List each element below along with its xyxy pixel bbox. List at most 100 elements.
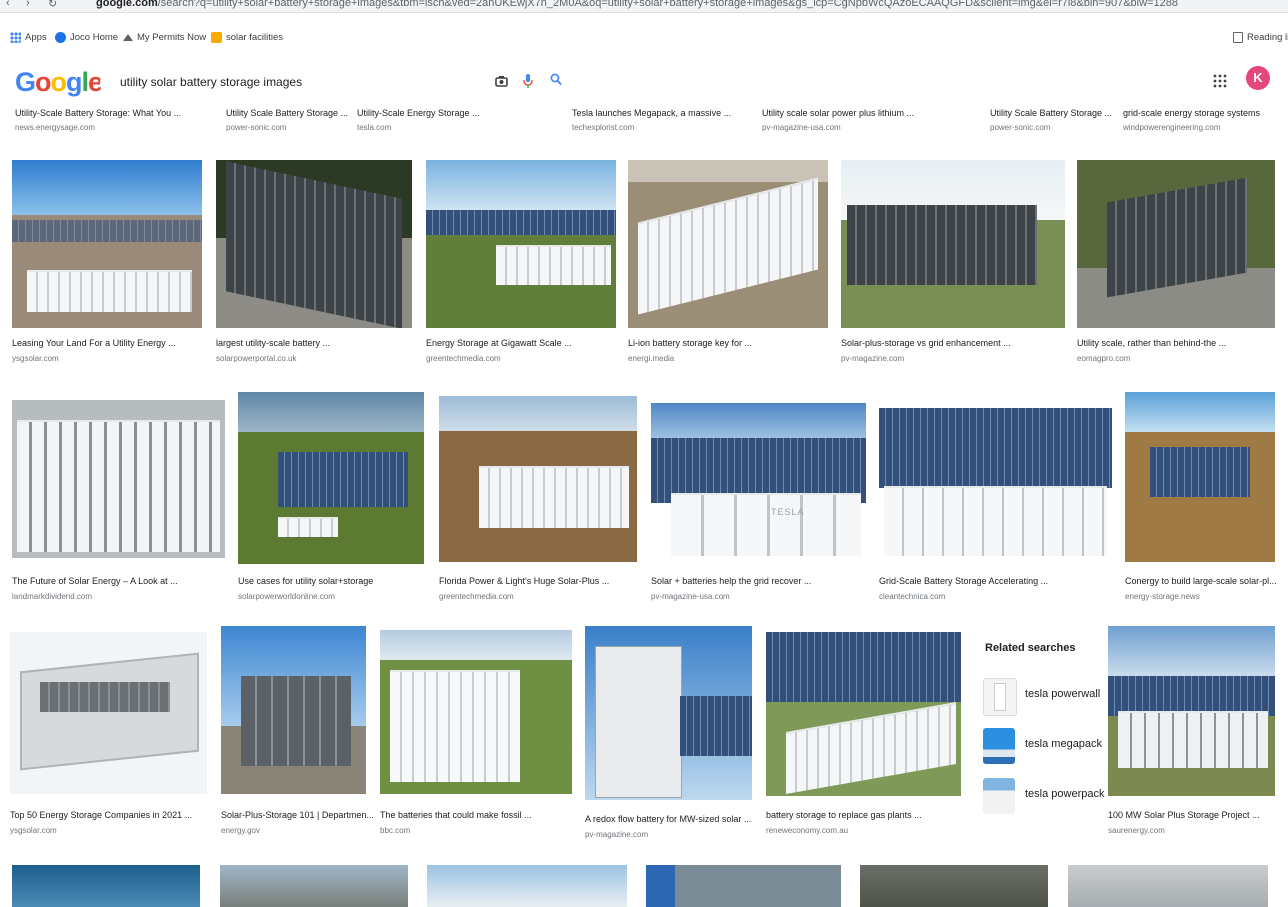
image-result[interactable]: largest utility-scale battery ... solarp… — [216, 160, 412, 372]
image-result[interactable] — [427, 865, 627, 907]
image-result[interactable]: Solar-plus-storage vs grid enhancement .… — [841, 160, 1065, 372]
back-icon[interactable]: ‹ — [6, 0, 10, 9]
result-source[interactable]: saurenergy.com — [1108, 826, 1165, 835]
result-source[interactable]: cleantechnica.com — [879, 592, 945, 601]
result-source[interactable]: bbc.com — [380, 826, 410, 835]
result-source[interactable]: pv-magazine-usa.com — [651, 592, 730, 601]
result-thumbnail[interactable] — [10, 632, 207, 794]
result-caption[interactable]: Utility-Scale Energy Storage ... — [357, 108, 480, 118]
result-source[interactable]: eomagpro.com — [1077, 354, 1130, 363]
related-thumbnail[interactable] — [983, 678, 1017, 716]
result-source[interactable]: news.energysage.com — [15, 123, 95, 132]
image-result[interactable]: Utility-Scale Energy Storage ... tesla.c… — [357, 108, 567, 136]
result-thumbnail[interactable] — [1068, 865, 1268, 907]
image-result[interactable] — [860, 865, 1048, 907]
reading-list[interactable]: Reading li — [1233, 32, 1288, 43]
image-result[interactable]: Use cases for utility solar+storage sola… — [238, 392, 424, 605]
result-caption[interactable]: Tesla launches Megapack, a massive ... — [572, 108, 731, 118]
related-search-label[interactable]: tesla megapack — [1025, 738, 1102, 750]
result-thumbnail[interactable] — [427, 865, 627, 907]
image-result[interactable]: Utility scale solar power plus lithium .… — [762, 108, 977, 136]
result-caption[interactable]: grid-scale energy storage systems — [1123, 108, 1260, 118]
result-thumbnail[interactable] — [1125, 392, 1275, 562]
image-result[interactable] — [646, 865, 841, 907]
result-thumbnail[interactable] — [628, 160, 828, 328]
related-search-tesla-powerpack[interactable]: tesla powerpack — [983, 774, 1105, 818]
result-thumbnail[interactable] — [12, 160, 202, 328]
image-result[interactable]: Utility Scale Battery Storage ... power-… — [990, 108, 1115, 136]
related-thumbnail[interactable] — [983, 778, 1015, 814]
result-thumbnail[interactable] — [12, 865, 200, 907]
result-thumbnail[interactable] — [439, 396, 637, 562]
image-result[interactable]: grid-scale energy storage systems windpo… — [1123, 108, 1283, 136]
result-caption[interactable]: The batteries that could make fossil ... — [380, 810, 532, 820]
search-input[interactable] — [120, 75, 460, 89]
reload-icon[interactable]: ↻ — [48, 0, 57, 10]
image-result[interactable] — [1068, 865, 1268, 907]
result-caption[interactable]: Solar-Plus-Storage 101 | Departmen... — [221, 810, 374, 820]
result-source[interactable]: energy.gov — [221, 826, 260, 835]
result-source[interactable]: greentechmedia.com — [426, 354, 501, 363]
image-result[interactable]: Leasing Your Land For a Utility Energy .… — [12, 160, 202, 372]
result-source[interactable]: reneweconomy.com.au — [766, 826, 848, 835]
result-source[interactable]: pv-magazine.com — [585, 830, 648, 839]
bookmark-solar-facilities[interactable]: solar facilities — [211, 32, 283, 43]
image-result[interactable] — [12, 865, 200, 907]
result-caption[interactable]: The Future of Solar Energy – A Look at .… — [12, 576, 178, 586]
result-thumbnail[interactable] — [216, 160, 412, 328]
result-source[interactable]: power-sonic.com — [226, 123, 286, 132]
image-result[interactable]: 100 MW Solar Plus Storage Project ... sa… — [1108, 626, 1275, 835]
result-caption[interactable]: Conergy to build large-scale solar-pl... — [1125, 576, 1277, 586]
image-result[interactable]: Solar-Plus-Storage 101 | Departmen... en… — [221, 626, 374, 835]
result-source[interactable]: windpowerengineering.com — [1123, 123, 1220, 132]
result-source[interactable]: pv-magazine.com — [841, 354, 904, 363]
result-caption[interactable]: Utility scale, rather than behind-the ..… — [1077, 338, 1226, 348]
image-result[interactable] — [220, 865, 408, 907]
result-thumbnail[interactable] — [380, 630, 572, 794]
microphone-icon[interactable] — [523, 73, 533, 92]
image-result[interactable]: Li-ion battery storage key for ... energ… — [628, 160, 828, 372]
image-result[interactable]: Tesla launches Megapack, a massive ... t… — [572, 108, 752, 136]
result-thumbnail[interactable] — [1077, 160, 1275, 328]
image-result[interactable]: Utility Scale Battery Storage ... power-… — [226, 108, 351, 136]
result-thumbnail[interactable] — [766, 632, 961, 796]
url-text[interactable]: google.com/search?q=utility+solar+batter… — [96, 0, 1178, 9]
avatar[interactable]: K — [1246, 66, 1270, 90]
result-source[interactable]: power-sonic.com — [990, 123, 1050, 132]
result-caption[interactable]: Utility Scale Battery Storage ... — [226, 108, 348, 118]
bookmark-my-permits-now[interactable]: My Permits Now — [123, 32, 206, 43]
result-caption[interactable]: Use cases for utility solar+storage — [238, 576, 373, 586]
result-caption[interactable]: Florida Power & Light's Huge Solar-Plus … — [439, 576, 609, 586]
result-source[interactable]: energi.media — [628, 354, 674, 363]
result-source[interactable]: solarpowerportal.co.uk — [216, 354, 296, 363]
related-search-tesla-powerwall[interactable]: tesla powerwall — [983, 674, 1100, 718]
result-caption[interactable]: Energy Storage at Gigawatt Scale ... — [426, 338, 572, 348]
image-result[interactable]: Florida Power & Light's Huge Solar-Plus … — [439, 396, 637, 605]
result-thumbnail[interactable] — [841, 160, 1065, 328]
result-caption[interactable]: Solar + batteries help the grid recover … — [651, 576, 811, 586]
result-caption[interactable]: Top 50 Energy Storage Companies in 2021 … — [10, 810, 192, 820]
related-search-label[interactable]: tesla powerpack — [1025, 788, 1105, 800]
result-caption[interactable]: 100 MW Solar Plus Storage Project ... — [1108, 810, 1260, 820]
result-source[interactable]: ysgsolar.com — [10, 826, 57, 835]
result-thumbnail[interactable] — [585, 626, 752, 800]
result-source[interactable]: ysgsolar.com — [12, 354, 59, 363]
result-thumbnail[interactable]: TESLA — [651, 403, 866, 556]
image-result[interactable]: battery storage to replace gas plants ..… — [766, 632, 961, 835]
result-source[interactable]: techexplorist.com — [572, 123, 634, 132]
forward-icon[interactable]: › — [26, 0, 30, 9]
address-bar[interactable]: ‹ › ↻ google.com/search?q=utility+solar+… — [0, 0, 1288, 13]
result-caption[interactable]: Leasing Your Land For a Utility Energy .… — [12, 338, 176, 348]
result-thumbnail[interactable] — [1108, 626, 1275, 796]
camera-icon[interactable] — [495, 75, 508, 90]
result-source[interactable]: tesla.com — [357, 123, 391, 132]
result-thumbnail[interactable] — [426, 160, 616, 328]
image-result[interactable]: The Future of Solar Energy – A Look at .… — [12, 400, 225, 605]
bookmark-apps[interactable]: Apps — [10, 32, 47, 43]
result-thumbnail[interactable] — [220, 865, 408, 907]
bookmark-joco-home[interactable]: Joco Home — [55, 32, 118, 43]
result-caption[interactable]: A redox flow battery for MW-sized solar … — [585, 814, 751, 824]
result-caption[interactable]: battery storage to replace gas plants ..… — [766, 810, 922, 820]
related-search-tesla-megapack[interactable]: tesla megapack — [983, 724, 1102, 768]
result-thumbnail[interactable] — [12, 400, 225, 558]
